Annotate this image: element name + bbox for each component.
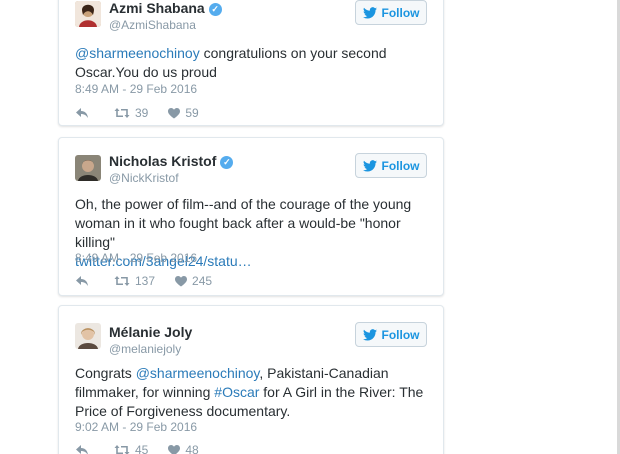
like-button[interactable]: 59 (168, 106, 199, 120)
retweet-icon (114, 108, 130, 118)
timestamp[interactable]: 8:49 AM - 29 Feb 2016 (75, 251, 197, 265)
tweet-card: Azmi Shabana ✓ @AzmiShabana Follow @sharm… (58, 0, 444, 126)
retweet-button[interactable]: 45 (114, 443, 148, 454)
tweet-text-body: Congrats (75, 365, 136, 381)
retweet-icon (114, 445, 130, 454)
avatar[interactable] (75, 155, 101, 181)
retweet-count: 45 (135, 443, 149, 454)
author-handle[interactable]: @melaniejoly (109, 342, 181, 356)
tweet-text-body: Oh, the power of film--and of the courag… (75, 196, 412, 250)
tweet-actions: 39 59 (75, 106, 219, 120)
reply-button[interactable] (75, 444, 94, 454)
verified-badge-icon: ✓ (208, 3, 222, 16)
timestamp[interactable]: 9:02 AM - 29 Feb 2016 (75, 420, 197, 434)
like-heart-icon (168, 107, 181, 118)
avatar[interactable] (75, 1, 101, 27)
like-button[interactable]: 48 (168, 443, 199, 454)
tweet-actions: 45 48 (75, 443, 219, 454)
twitter-bird-icon (362, 328, 377, 341)
tweet-text: @sharmeenochinoy congratulions on your s… (75, 44, 431, 82)
like-heart-icon (175, 275, 188, 286)
twitter-bird-icon (362, 159, 377, 172)
like-button[interactable]: 245 (175, 274, 212, 288)
reply-icon (76, 108, 88, 118)
follow-button-label: Follow (381, 5, 420, 20)
retweet-count: 39 (135, 106, 149, 120)
like-count: 245 (192, 274, 213, 288)
reply-icon (76, 276, 88, 286)
mention-link[interactable]: @sharmeenochinoy (75, 45, 200, 61)
follow-button[interactable]: Follow (355, 322, 427, 347)
author-handle[interactable]: @AzmiShabana (109, 18, 196, 32)
like-count: 59 (185, 106, 199, 120)
tweet-card: Nicholas Kristof ✓ @NickKristof Follow Oh… (58, 137, 444, 296)
tweet-text: Congrats @sharmeenochinoy, Pakistani-Can… (75, 364, 431, 421)
tweet-card: Mélanie Joly @melaniejoly Follow Congrat… (58, 305, 444, 454)
like-heart-icon (168, 444, 181, 454)
author-name[interactable]: Nicholas Kristof ✓ (109, 153, 234, 169)
author-name-text: Nicholas Kristof (109, 153, 217, 169)
retweet-count: 137 (135, 274, 156, 288)
follow-button[interactable]: Follow (355, 153, 427, 178)
author-name[interactable]: Azmi Shabana ✓ (109, 0, 222, 16)
author-name[interactable]: Mélanie Joly (109, 324, 192, 340)
twitter-bird-icon (362, 6, 377, 19)
author-name-text: Mélanie Joly (109, 324, 193, 340)
author-name-text: Azmi Shabana (109, 0, 205, 16)
tweet-embed-page: Azmi Shabana ✓ @AzmiShabana Follow @sharm… (0, 0, 620, 454)
reply-button[interactable] (75, 107, 94, 119)
tweet-actions: 137 245 (75, 274, 232, 288)
avatar[interactable] (75, 323, 101, 349)
reply-button[interactable] (75, 275, 94, 287)
reply-icon (76, 445, 88, 454)
author-handle[interactable]: @NickKristof (109, 171, 179, 185)
follow-button[interactable]: Follow (355, 0, 427, 25)
mention-link[interactable]: @sharmeenochinoy (136, 365, 260, 381)
retweet-button[interactable]: 137 (114, 274, 155, 288)
like-count: 48 (185, 443, 199, 454)
retweet-icon (114, 276, 130, 286)
timestamp[interactable]: 8:49 AM - 29 Feb 2016 (75, 82, 197, 96)
hashtag-link[interactable]: #Oscar (214, 384, 259, 400)
follow-button-label: Follow (381, 158, 420, 173)
follow-button-label: Follow (381, 327, 420, 342)
retweet-button[interactable]: 39 (114, 106, 148, 120)
verified-badge-icon: ✓ (220, 156, 234, 169)
